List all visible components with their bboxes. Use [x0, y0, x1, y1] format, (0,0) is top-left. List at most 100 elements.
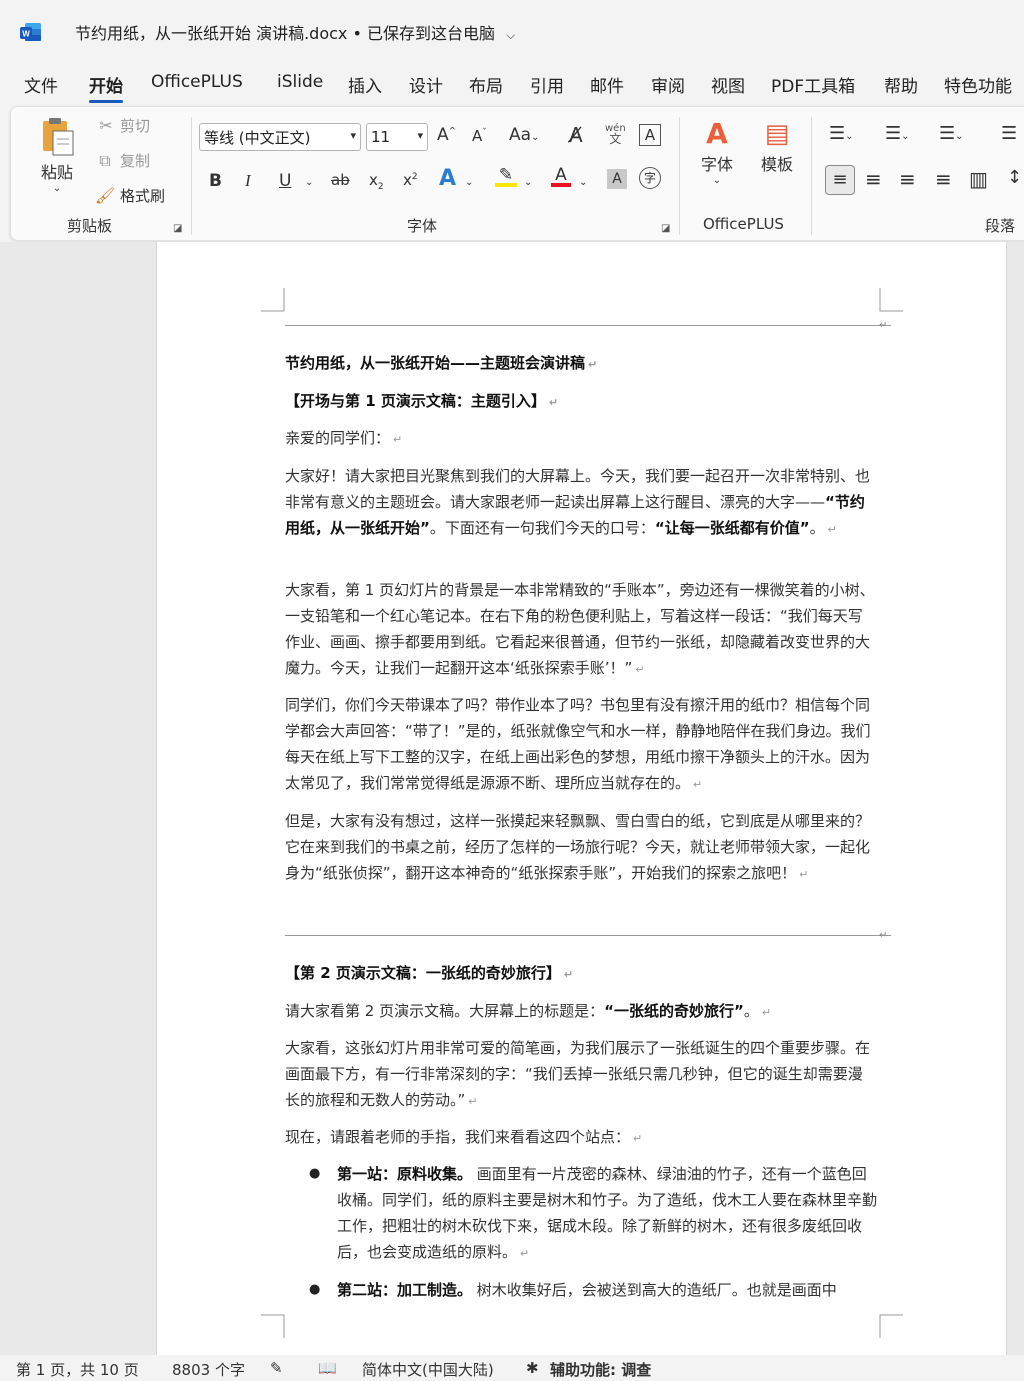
- bold-text: “让每一张纸都有价值”: [654, 519, 810, 537]
- bold-icon[interactable]: B: [209, 171, 222, 191]
- distributed-icon[interactable]: ▥: [969, 167, 988, 191]
- font-name-value: 等线 (中文正文): [204, 128, 311, 147]
- section-heading[interactable]: 【第 2 页演示文稿：一张纸的奇妙旅行】 ↵: [285, 960, 875, 988]
- format-painter-button[interactable]: 🖌 格式刷: [93, 185, 165, 206]
- phonetic-guide-icon[interactable]: wén 文: [605, 123, 626, 146]
- paragraph[interactable]: 亲爱的同学们： ↵: [285, 425, 875, 453]
- tab-layout[interactable]: 布局: [469, 72, 503, 97]
- highlight-icon[interactable]: ✎: [495, 165, 517, 187]
- align-center-icon[interactable]: ≡: [865, 167, 882, 191]
- language-status[interactable]: 简体中文(中国大陆): [362, 1359, 494, 1380]
- accessibility-status[interactable]: 辅助功能: 调查: [550, 1359, 651, 1380]
- tab-officeplus[interactable]: OfficePLUS: [151, 72, 243, 92]
- tab-home[interactable]: 开始: [89, 72, 123, 103]
- paste-button[interactable]: 粘贴 ⌄: [35, 115, 79, 194]
- list-item[interactable]: 第二站：加工制造。 树木收集好后，会被送到高大的造纸厂。也就是画面中: [337, 1277, 877, 1303]
- bullet-icon: ●: [309, 1282, 321, 1297]
- numbering-icon[interactable]: ☰⌄: [885, 123, 910, 144]
- page-corner-mark: [879, 288, 903, 312]
- chevron-down-icon[interactable]: ⌄: [579, 177, 587, 188]
- chevron-down-icon[interactable]: ▾: [417, 129, 423, 142]
- word-count-status[interactable]: 8803 个字: [172, 1359, 245, 1380]
- list-item[interactable]: 第一站：原料收集。 画面里有一片茂密的森林、绿油油的竹子，还有一个蓝色回收桶。同…: [337, 1161, 877, 1267]
- font-name-combo[interactable]: 等线 (中文正文) ▾: [199, 123, 361, 151]
- paragraph-text: 。下面还有一句我们今天的口号：: [429, 519, 655, 537]
- cut-button[interactable]: ✂ 剪切: [95, 115, 150, 136]
- character-border-icon[interactable]: A: [639, 124, 661, 146]
- line-spacing-icon[interactable]: ↕: [1007, 167, 1022, 188]
- dialog-launcher-icon[interactable]: ◪: [173, 223, 182, 234]
- underline-icon[interactable]: U: [279, 171, 291, 191]
- scissors-icon: ✂: [99, 116, 113, 135]
- paragraph[interactable]: 但是，大家有没有想过，这样一张摸起来轻飘飘、雪白雪白的纸，它到底是从哪里来的？它…: [285, 808, 875, 888]
- grow-font-icon[interactable]: A^: [437, 125, 456, 145]
- book-icon[interactable]: 📖: [318, 1359, 337, 1377]
- italic-icon[interactable]: I: [245, 171, 251, 191]
- strikethrough-icon[interactable]: ab: [331, 171, 350, 189]
- chevron-down-icon[interactable]: ▾: [350, 129, 356, 142]
- align-right-icon[interactable]: ≡: [899, 167, 916, 191]
- page-corner-mark: [261, 1314, 285, 1338]
- clear-formatting-icon[interactable]: A̸: [569, 123, 583, 147]
- chevron-down-icon[interactable]: ⌄: [465, 177, 473, 188]
- chevron-down-icon[interactable]: ⌵: [506, 28, 515, 43]
- chevron-down-icon[interactable]: ⌄: [524, 177, 532, 188]
- tab-view[interactable]: 视图: [711, 72, 745, 97]
- multilevel-list-icon[interactable]: ☰⌄: [939, 123, 964, 144]
- paintbrush-icon: 🖌: [94, 186, 116, 205]
- enclose-characters-icon[interactable]: 字: [639, 167, 661, 189]
- tab-references[interactable]: 引用: [530, 72, 564, 97]
- copy-label: 复制: [120, 152, 151, 170]
- paragraph[interactable]: 同学们，你们今天带课本了吗？带作业本了吗？书包里有没有擦汗用的纸巾？相信每个同学…: [285, 692, 875, 798]
- superscript-icon[interactable]: x2: [403, 171, 418, 189]
- section-heading[interactable]: 【开场与第 1 页演示文稿：主题引入】 ↵: [285, 388, 875, 416]
- decrease-indent-icon[interactable]: ☰: [1001, 123, 1017, 144]
- justify-icon[interactable]: ≡: [935, 167, 952, 191]
- tab-help[interactable]: 帮助: [884, 72, 918, 97]
- tab-review[interactable]: 审阅: [651, 72, 685, 97]
- document-page[interactable]: ↵ 节约用纸，从一张纸开始——主题班会演讲稿 ↵ 【开场与第 1 页演示文稿：主题…: [156, 242, 1007, 1355]
- tab-insert[interactable]: 插入: [348, 72, 382, 97]
- change-case-icon[interactable]: Aa⌄: [509, 125, 539, 145]
- tab-islide[interactable]: iSlide: [277, 72, 323, 92]
- tab-design[interactable]: 设计: [409, 72, 443, 97]
- shrink-font-icon[interactable]: Aˇ: [472, 127, 487, 145]
- list-item-title: 第二站：加工制造。: [337, 1281, 473, 1299]
- bullets-icon[interactable]: ☰⌄: [829, 123, 854, 144]
- copy-button[interactable]: ⧉ 复制: [93, 150, 150, 171]
- paragraph[interactable]: 现在，请跟着老师的手指，我们来看看这四个站点： ↵: [285, 1124, 875, 1152]
- proofing-icon[interactable]: ✎: [270, 1359, 283, 1377]
- tab-special-features[interactable]: 特色功能: [944, 72, 1012, 97]
- document-heading[interactable]: 节约用纸，从一张纸开始——主题班会演讲稿 ↵: [285, 350, 875, 378]
- font-size-combo[interactable]: 11 ▾: [366, 123, 428, 151]
- chevron-down-icon[interactable]: ⌄: [53, 183, 61, 194]
- paragraph[interactable]: 大家看，第 1 页幻灯片的背景是一本非常精致的“手账本”，旁边还有一棵微笑着的小…: [285, 577, 875, 683]
- section-heading-text: 【开场与第 1 页演示文稿：主题引入】: [285, 392, 546, 410]
- format-painter-label: 格式刷: [120, 187, 166, 205]
- chevron-down-icon[interactable]: ⌄: [305, 177, 313, 188]
- paragraph[interactable]: 大家好！请大家把目光聚焦到我们的大屏幕上。今天，我们要一起召开一次非常特别、也非…: [285, 463, 875, 543]
- paragraph[interactable]: 请大家看第 2 页演示文稿。大屏幕上的标题是：“一张纸的奇妙旅行”。 ↵: [285, 998, 875, 1026]
- paragraph-mark: ↵: [468, 1095, 478, 1108]
- page-count-status[interactable]: 第 1 页，共 10 页: [16, 1359, 139, 1380]
- text-effects-icon[interactable]: A: [439, 166, 456, 191]
- paragraph-text: 大家看，这张幻灯片用非常可爱的简笔画，为我们展示了一张纸诞生的四个重要步骤。在画…: [285, 1039, 871, 1109]
- paragraph[interactable]: 大家看，这张幻灯片用非常可爱的简笔画，为我们展示了一张纸诞生的四个重要步骤。在画…: [285, 1035, 875, 1115]
- dialog-launcher-icon[interactable]: ◪: [661, 223, 670, 234]
- document-canvas[interactable]: ↵ 节约用纸，从一张纸开始——主题班会演讲稿 ↵ 【开场与第 1 页演示文稿：主题…: [0, 242, 1024, 1355]
- accessibility-icon[interactable]: ✱: [526, 1359, 539, 1377]
- character-shading-icon[interactable]: A: [607, 169, 627, 189]
- align-left-icon[interactable]: ≡: [825, 165, 855, 195]
- chevron-down-icon[interactable]: ⌄: [713, 175, 721, 186]
- tab-pdf-tools[interactable]: PDF工具箱: [771, 72, 855, 97]
- group-separator: [811, 117, 812, 235]
- font-color-icon[interactable]: A: [551, 165, 571, 187]
- document-title[interactable]: 节约用纸，从一张纸开始 演讲稿.docx • 已保存到这台电脑 ⌵: [75, 20, 515, 44]
- officeplus-template-button[interactable]: ▤ 模板: [757, 117, 797, 175]
- subscript-icon[interactable]: x2: [369, 171, 384, 192]
- tab-mailings[interactable]: 邮件: [590, 72, 624, 97]
- officeplus-font-button[interactable]: A 字体 ⌄: [697, 117, 737, 186]
- officeplus-group-label: OfficePLUS: [703, 215, 784, 233]
- word-icon[interactable]: W: [20, 21, 42, 43]
- tab-file[interactable]: 文件: [24, 72, 58, 97]
